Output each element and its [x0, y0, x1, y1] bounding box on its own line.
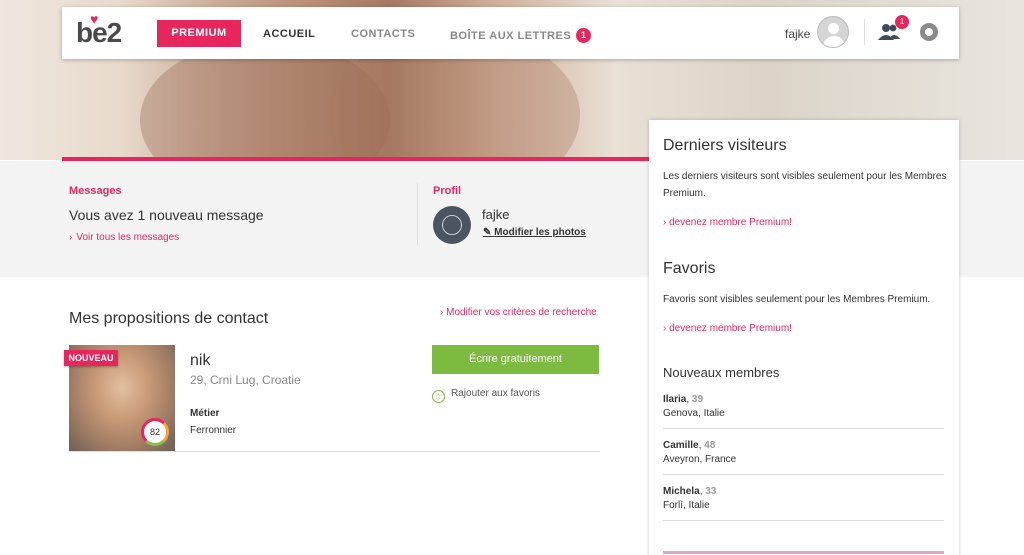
add-favorite-label: Rajouter aux favoris [451, 388, 540, 399]
username[interactable]: fajke [785, 27, 810, 41]
job-label: Métier [190, 408, 220, 419]
member-name: Camille [663, 440, 699, 451]
visitors-title: Derniers visiteurs [663, 137, 787, 154]
member-divider [663, 520, 944, 521]
member-age: 33 [705, 486, 717, 497]
job-value: Ferronnier [190, 425, 237, 436]
profile-photo[interactable] [433, 206, 471, 244]
nav-accueil[interactable]: ACCUEIL [263, 28, 315, 40]
view-all-messages-link[interactable]: › Voir tous les messages [69, 232, 179, 243]
member-place: Genova, Italie [663, 408, 725, 419]
nav-contacts[interactable]: CONTACTS [351, 28, 415, 40]
avatar[interactable] [817, 16, 849, 48]
top-nav: be2 ♥ PREMIUM ACCUEIL CONTACTS BOÎTE AUX … [62, 7, 959, 59]
pencil-icon: ✎ [483, 227, 495, 238]
nav-divider [864, 19, 865, 45]
nav-mailbox[interactable]: BOÎTE AUX LETTRES 1 [450, 28, 592, 43]
modify-criteria-label: Modifier vos critères de recherche [446, 307, 597, 318]
section-divider [417, 183, 418, 245]
card-divider [69, 451, 600, 452]
eye-icon[interactable] [920, 23, 938, 41]
write-free-button[interactable]: Écrire gratuitement [432, 345, 599, 374]
heart-icon: ♥ [90, 11, 98, 27]
star-icon: ☆ [432, 390, 445, 403]
edit-photos-label: Modifier les photos [494, 227, 586, 238]
member-divider [663, 428, 944, 429]
member-name: Ilaria [663, 394, 687, 405]
panel-image-strip [663, 551, 944, 554]
contact-location: 29, Crni Lug, Croatie [190, 373, 301, 387]
favorites-title: Favoris [663, 260, 716, 277]
visitors-premium-label: devenez membre Premium! [669, 217, 792, 228]
member-item[interactable]: Camille, 48 Aveyron, France [663, 440, 944, 465]
member-divider [663, 474, 944, 475]
messages-label: Messages [69, 185, 122, 197]
chevron-right-icon: › [69, 232, 73, 243]
view-all-messages-label: Voir tous les messages [76, 232, 180, 243]
logo[interactable]: be2 ♥ [76, 11, 122, 49]
messages-text: Vous avez 1 nouveau message [69, 207, 264, 223]
member-item[interactable]: Ilaria, 39 Genova, Italie [663, 394, 944, 419]
logo-text: be2 [76, 17, 122, 48]
member-item[interactable]: Michela, 33 Forlì, Italie [663, 486, 944, 511]
mailbox-badge: 1 [576, 28, 592, 43]
contacts-badge: 1 [895, 15, 909, 29]
member-name: Michela [663, 486, 700, 497]
add-favorite-link[interactable]: ☆ Rajouter aux favoris [432, 388, 540, 403]
favorites-premium-link[interactable]: › devenez membre Premium! [663, 323, 792, 334]
visitors-text: Les derniers visiteurs sont visibles seu… [663, 171, 947, 199]
modify-criteria-link[interactable]: › Modifier vos critères de recherche [440, 307, 597, 318]
sidebar-panel: Derniers visiteurs Les derniers visiteur… [649, 120, 959, 555]
match-score: 82 [141, 418, 169, 446]
member-age: 48 [704, 440, 716, 451]
proposals-title: Mes propositions de contact [69, 310, 269, 327]
nav-mailbox-label: BOÎTE AUX LETTRES [450, 30, 572, 42]
favorites-premium-label: devenez membre Premium! [669, 323, 792, 334]
profile-label: Profil [433, 185, 462, 197]
member-place: Forlì, Italie [663, 500, 710, 511]
visitors-premium-link[interactable]: › devenez membre Premium! [663, 217, 792, 228]
contact-name[interactable]: nik [190, 352, 210, 370]
profile-name: fajke [482, 207, 510, 222]
premium-button[interactable]: PREMIUM [157, 20, 241, 47]
member-age: 39 [691, 394, 704, 405]
member-place: Aveyron, France [663, 454, 737, 465]
new-members-title: Nouveaux membres [663, 365, 780, 380]
favorites-text: Favoris sont visibles seulement pour les… [663, 294, 931, 305]
new-badge: NOUVEAU [64, 350, 118, 366]
edit-photos-link[interactable]: ✎ Modifier les photos [483, 227, 586, 238]
